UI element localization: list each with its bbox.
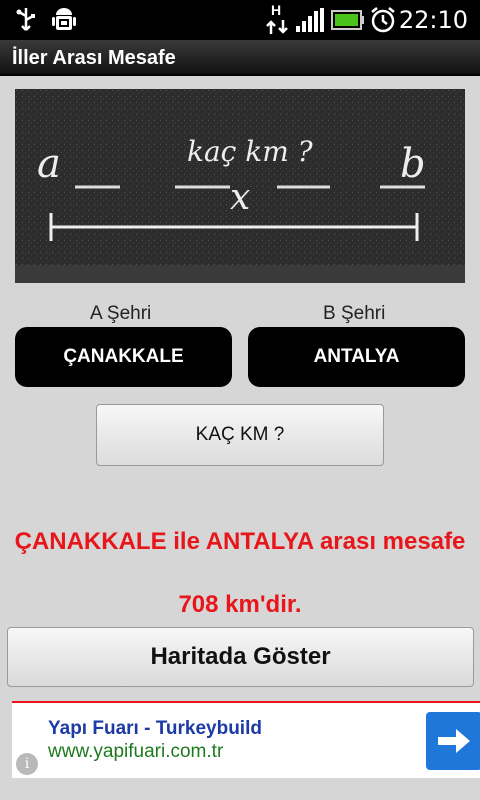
ad-url-link[interactable]: www.yapifuari.com.tr (48, 741, 223, 763)
show-on-map-button[interactable]: Haritada Göster (7, 627, 474, 687)
calculate-distance-button[interactable]: KAÇ KM ? (96, 404, 384, 466)
alarm-icon (370, 6, 396, 39)
banner-point-b: b (400, 141, 426, 187)
status-time: 22:10 (398, 6, 468, 34)
result-line-1: ÇANAKKALE ile ANTALYA arası mesafe (14, 528, 466, 555)
status-bar: H 22:10 (0, 0, 480, 40)
network-h-icon: H (265, 2, 291, 41)
banner-unknown-x: x (230, 177, 250, 218)
distance-banner-image: a kaç km ? x b (15, 89, 465, 283)
banner-point-a: a (37, 141, 61, 187)
signal-icon (296, 8, 326, 37)
result-line-2: 708 km'dir. (178, 591, 302, 618)
city-b-label: B Şehri (323, 303, 386, 324)
banner-question: kaç km ? (187, 135, 314, 168)
app-title: İller Arası Mesafe (12, 47, 176, 69)
usb-icon (14, 6, 38, 39)
app-title-bar: İller Arası Mesafe (0, 40, 480, 76)
ad-arrow-button[interactable] (426, 712, 480, 770)
arrow-right-icon (438, 729, 470, 753)
android-debug-icon (50, 6, 78, 39)
city-a-label: A Şehri (90, 303, 152, 324)
battery-icon (331, 10, 365, 35)
ad-banner[interactable]: Yapı Fuarı - Turkeybuild www.yapifuari.c… (12, 701, 480, 778)
ad-title-link[interactable]: Yapı Fuarı - Turkeybuild (48, 718, 262, 740)
city-b-select-button[interactable]: ANTALYA (248, 327, 465, 387)
ad-info-icon[interactable]: i (16, 753, 38, 775)
city-a-select-button[interactable]: ÇANAKKALE (15, 327, 232, 387)
network-h-label: H (271, 2, 281, 18)
